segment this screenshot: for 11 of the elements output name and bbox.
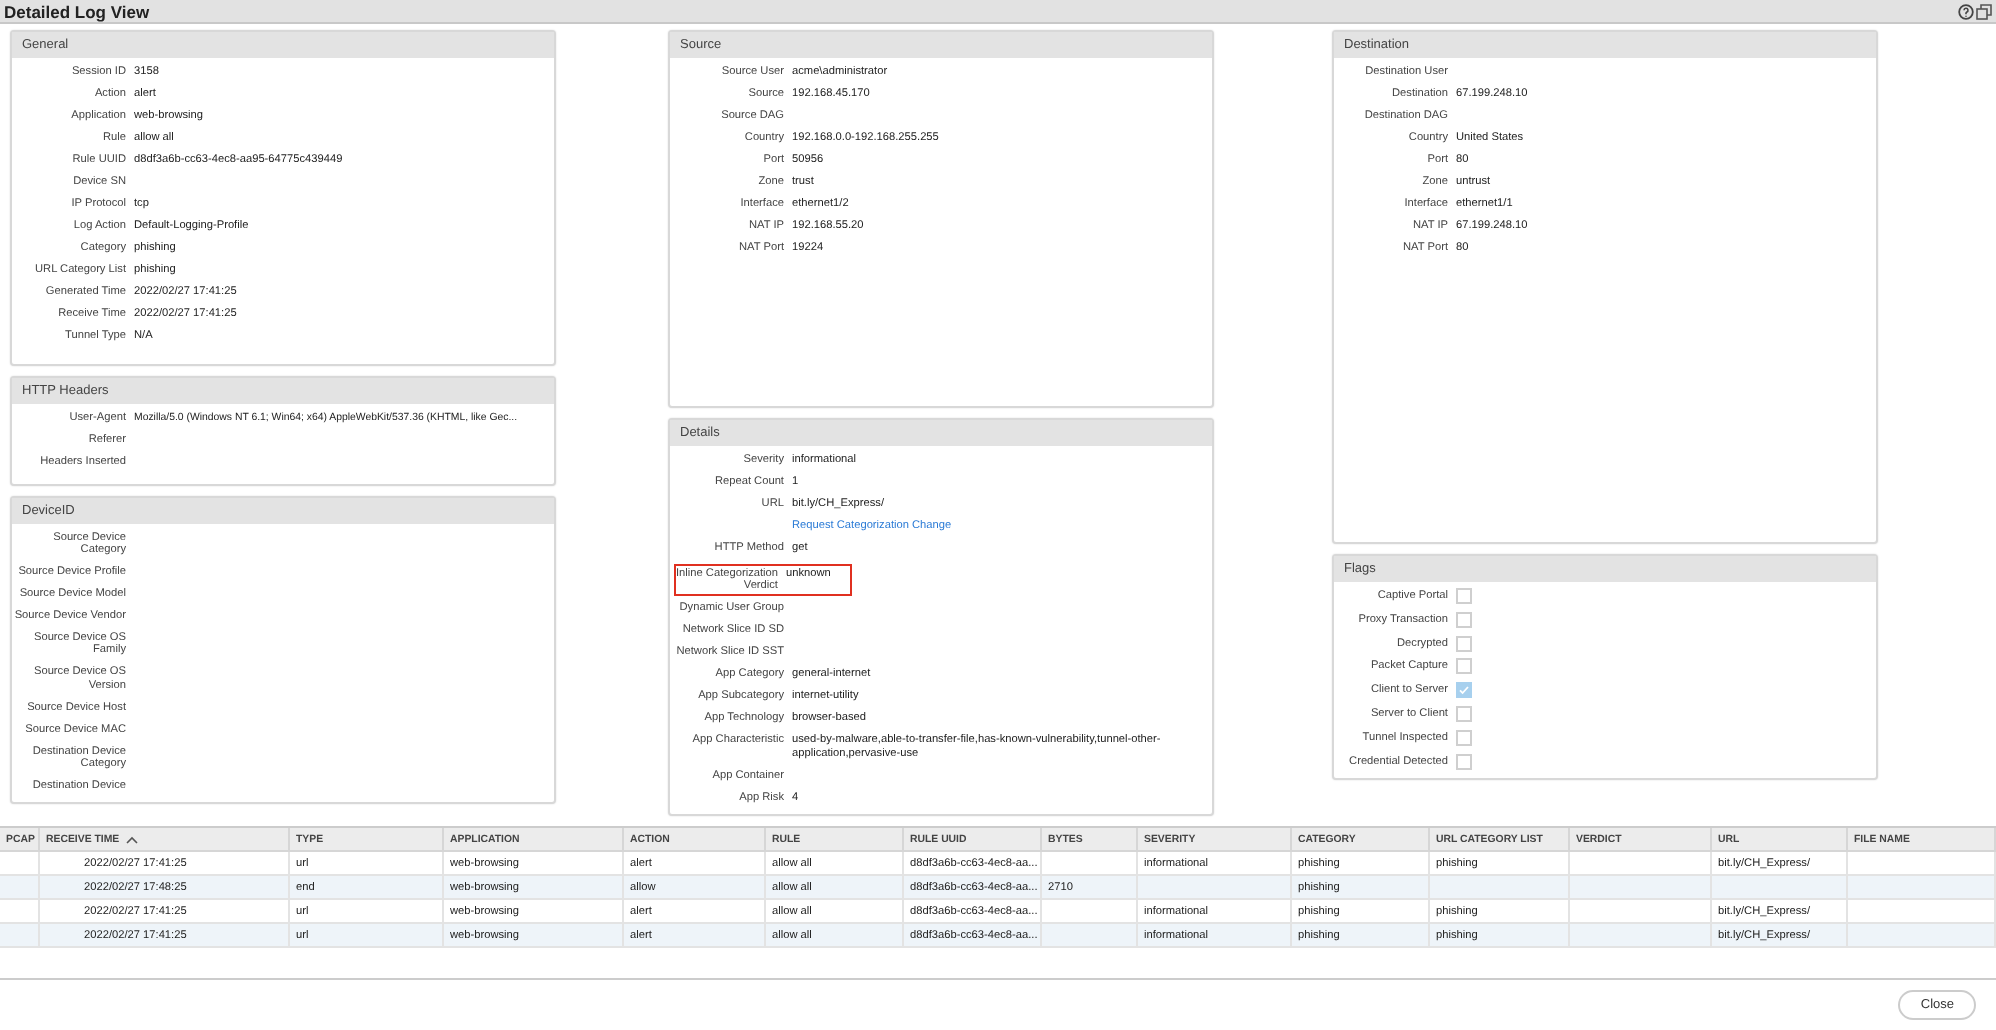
checkbox[interactable]: [1456, 658, 1472, 675]
window-icon[interactable]: [1976, 3, 1992, 19]
checkbox[interactable]: [1456, 705, 1472, 722]
checkbox[interactable]: [1456, 635, 1472, 652]
window-title: Detailed Log View: [4, 1, 150, 21]
help-icon[interactable]: [1958, 3, 1974, 19]
checkbox[interactable]: [1456, 753, 1472, 770]
checkbox[interactable]: [1456, 729, 1472, 746]
checkbox[interactable]: [1456, 588, 1472, 604]
checkbox[interactable]: [1456, 682, 1472, 699]
checkbox[interactable]: [1456, 611, 1472, 628]
